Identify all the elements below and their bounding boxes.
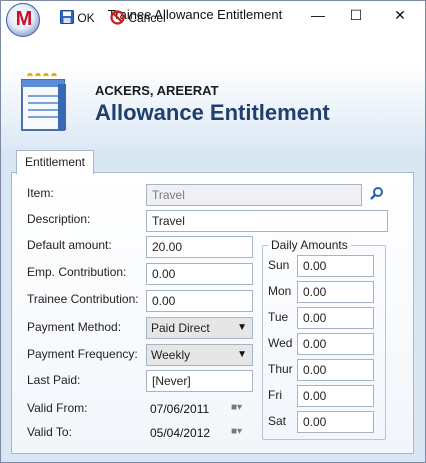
cancel-button[interactable]: Cancel bbox=[110, 8, 166, 28]
toolbar bbox=[1, 30, 425, 64]
payment-frequency-select[interactable]: Weekly ▼ bbox=[146, 344, 253, 366]
item-field[interactable]: Travel bbox=[146, 184, 362, 206]
minimize-button[interactable]: — bbox=[298, 1, 338, 29]
chevron-down-icon: ▼ bbox=[237, 349, 247, 360]
cancel-label: Cancel bbox=[128, 11, 166, 25]
valid-from-label: Valid From: bbox=[27, 401, 88, 415]
day-field-sat[interactable]: 0.00 bbox=[297, 411, 374, 433]
close-button[interactable]: ✕ bbox=[380, 1, 420, 29]
day-label-sat: Sat bbox=[268, 414, 287, 428]
day-label-mon: Mon bbox=[268, 284, 292, 298]
item-label: Item: bbox=[27, 186, 54, 200]
trainee-contribution-field[interactable]: 0.00 bbox=[146, 290, 253, 312]
description-label: Description: bbox=[27, 212, 91, 226]
chevron-down-icon: ▼ bbox=[237, 322, 247, 333]
payment-method-select[interactable]: Paid Direct ▼ bbox=[146, 317, 253, 339]
cancel-icon bbox=[110, 10, 125, 25]
day-label-fri: Fri bbox=[268, 388, 282, 402]
day-label-thur: Thur bbox=[268, 362, 293, 376]
default-amount-field[interactable]: 20.00 bbox=[146, 236, 253, 258]
valid-from-date[interactable]: 07/06/2011 bbox=[150, 402, 209, 416]
daily-amounts-title: Daily Amounts bbox=[268, 238, 351, 252]
app-logo-icon: M bbox=[6, 3, 40, 37]
maximize-button[interactable]: ☐ bbox=[336, 1, 376, 29]
valid-to-label: Valid To: bbox=[27, 425, 72, 439]
day-label-sun: Sun bbox=[268, 258, 290, 272]
day-field-mon[interactable]: 0.00 bbox=[297, 281, 374, 303]
page-title: Allowance Entitlement bbox=[95, 100, 330, 125]
emp-contribution-field[interactable]: 0.00 bbox=[146, 263, 253, 285]
tab-entitlement[interactable]: Entitlement bbox=[16, 150, 94, 174]
last-paid-label: Last Paid: bbox=[27, 373, 81, 387]
ok-label: OK bbox=[77, 11, 95, 25]
payment-frequency-value: Weekly bbox=[151, 348, 191, 362]
save-icon bbox=[60, 10, 74, 24]
last-paid-field[interactable]: [Never] bbox=[146, 370, 253, 392]
day-field-tue[interactable]: 0.00 bbox=[297, 307, 374, 329]
notepad-icon bbox=[21, 72, 66, 131]
trainee-name: ACKERS, AREERAT bbox=[95, 83, 219, 98]
trainee-contribution-label: Trainee Contribution: bbox=[27, 292, 139, 306]
calendar-icon[interactable]: ■▾ bbox=[231, 426, 242, 437]
day-label-wed: Wed bbox=[268, 336, 293, 350]
default-amount-label: Default amount: bbox=[27, 238, 112, 252]
day-field-sun[interactable]: 0.00 bbox=[297, 255, 374, 277]
day-field-thur[interactable]: 0.00 bbox=[297, 359, 374, 381]
day-field-wed[interactable]: 0.00 bbox=[297, 333, 374, 355]
emp-contribution-label: Emp. Contribution: bbox=[27, 265, 127, 279]
day-field-fri[interactable]: 0.00 bbox=[297, 385, 374, 407]
description-field[interactable]: Travel bbox=[146, 210, 388, 232]
app-logo-letter: M bbox=[15, 8, 33, 30]
payment-method-label: Payment Method: bbox=[27, 320, 122, 334]
day-label-tue: Tue bbox=[268, 310, 289, 324]
payment-method-value: Paid Direct bbox=[151, 321, 210, 335]
calendar-icon[interactable]: ■▾ bbox=[231, 402, 242, 413]
ok-button[interactable]: OK bbox=[60, 8, 95, 28]
payment-frequency-label: Payment Frequency: bbox=[27, 347, 138, 361]
valid-to-date[interactable]: 05/04/2012 bbox=[150, 426, 210, 440]
search-icon[interactable] bbox=[369, 186, 384, 201]
